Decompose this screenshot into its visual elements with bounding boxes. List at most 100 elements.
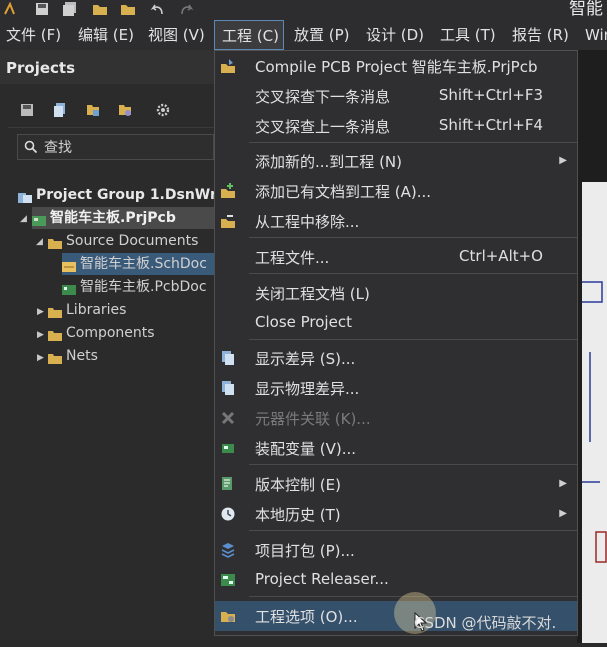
folder-icon — [48, 235, 62, 249]
menu-separator — [249, 464, 577, 465]
save-project-icon[interactable] — [20, 102, 34, 116]
physical-differences-icon — [220, 380, 236, 396]
menu-view[interactable]: 视图 (V) — [148, 20, 205, 50]
menu-file[interactable]: 文件 (F) — [6, 20, 61, 50]
tree-libraries[interactable]: Libraries — [48, 299, 126, 321]
tree-label: 智能车主板.PcbDoc — [80, 279, 207, 295]
menu-separator — [249, 273, 577, 274]
menu-design[interactable]: 设计 (D) — [366, 20, 424, 50]
menu-version-control[interactable]: 版本控制 (E) ▶ — [215, 469, 577, 499]
watermark: CSDN @代码敲不对. — [414, 614, 557, 632]
app-icon — [2, 1, 18, 15]
component-links-icon — [220, 410, 236, 426]
menu-compile-project[interactable]: Compile PCB Project 智能车主板.PrjPcb — [215, 51, 577, 81]
project-folder-icon[interactable] — [118, 102, 132, 116]
save-all-icon[interactable] — [62, 1, 78, 16]
compile-toolbar-icon[interactable] — [54, 102, 68, 117]
menu-remove-from-project[interactable]: 从工程中移除... — [215, 206, 577, 236]
menu-separator — [249, 237, 577, 238]
divider — [8, 127, 214, 128]
menu-close-project-documents[interactable]: 关闭工程文档 (L) — [215, 278, 577, 308]
project-doc-icon[interactable] — [86, 102, 100, 116]
expand-arrow-icon[interactable]: ◢ — [36, 237, 43, 247]
project-options-icon — [220, 608, 236, 624]
menu-local-history[interactable]: 本地历史 (T) ▶ — [215, 499, 577, 529]
schematic-wires — [582, 281, 607, 563]
window-title: 智能 — [569, 0, 603, 19]
tree-label: 智能车主板.SchDoc — [80, 256, 207, 272]
tree-label: Components — [66, 325, 155, 341]
open-folder-icon[interactable] — [120, 1, 136, 15]
folder-icon — [48, 350, 62, 364]
folder-icon — [48, 327, 62, 341]
open-icon[interactable] — [92, 1, 108, 15]
collapsed-arrow-icon[interactable]: ▶ — [37, 330, 44, 340]
tree-label: Nets — [66, 348, 98, 364]
menu-project-releaser[interactable]: Project Releaser... — [215, 565, 577, 595]
project-menu-dropdown: Compile PCB Project 智能车主板.PrjPcb 交叉探查下一条… — [214, 50, 578, 636]
menu-add-new-to-project[interactable]: 添加新的...到工程 (N) ▶ — [215, 146, 577, 176]
tree-schdoc[interactable]: 智能车主板.SchDoc — [62, 253, 214, 275]
tree-project[interactable]: 智能车主板.PrjPcb — [32, 207, 214, 229]
tree-nets[interactable]: Nets — [48, 345, 98, 367]
search-placeholder: 查找 — [44, 140, 72, 156]
project-releaser-icon — [220, 572, 236, 588]
remove-document-icon — [220, 213, 236, 229]
tree-label: Project Group 1.DsnWrk — [36, 187, 227, 203]
pcb-project-icon — [32, 212, 46, 226]
menu-cross-probe-next[interactable]: 交叉探查下一条消息 Shift+Ctrl+F3 — [215, 81, 577, 111]
version-control-icon — [220, 476, 236, 492]
panel-title: Projects — [6, 59, 76, 77]
panel-header: Projects — [0, 50, 214, 84]
show-differences-icon — [220, 350, 236, 366]
collapsed-arrow-icon[interactable]: ▶ — [37, 307, 44, 317]
tree-workspace[interactable]: Project Group 1.DsnWrk — [18, 184, 226, 206]
tree-label: Libraries — [66, 302, 127, 318]
menu-edit[interactable]: 编辑 (E) — [78, 20, 134, 50]
menu-tools[interactable]: 工具 (T) — [440, 20, 496, 50]
menu-component-links: 元器件关联 (K)... — [215, 403, 577, 433]
folder-icon — [48, 304, 62, 318]
menu-show-differences[interactable]: 显示差异 (S)... — [215, 343, 577, 373]
menu-project-packager[interactable]: 项目打包 (P)... — [215, 535, 577, 565]
add-document-icon — [220, 183, 236, 199]
search-input[interactable]: 查找 — [17, 134, 214, 160]
menu-project-documents[interactable]: 工程文件... Ctrl+Alt+O — [215, 242, 577, 272]
tree-source-documents[interactable]: Source Documents — [48, 230, 198, 252]
submenu-arrow-icon: ▶ — [559, 508, 567, 519]
submenu-arrow-icon: ▶ — [559, 478, 567, 489]
quick-access-toolbar: 智能 — [0, 0, 607, 20]
menu-add-existing-to-project[interactable]: 添加已有文档到工程 (A)... — [215, 176, 577, 206]
compile-icon — [220, 58, 236, 74]
menu-window[interactable]: Win — [585, 20, 607, 50]
local-history-icon — [220, 506, 236, 522]
redo-icon[interactable] — [178, 1, 194, 15]
tree-components[interactable]: Components — [48, 322, 155, 344]
expand-arrow-icon[interactable]: ◢ — [20, 214, 27, 224]
projects-panel: Projects 查找 Project Group 1.DsnWrk ◢ 智能车… — [0, 50, 226, 643]
search-icon — [24, 139, 38, 154]
menu-close-project[interactable]: Close Project — [215, 308, 577, 338]
pcb-doc-icon — [62, 281, 76, 295]
tree-label: 智能车主板.PrjPcb — [50, 210, 176, 226]
submenu-arrow-icon: ▶ — [559, 155, 567, 166]
save-icon[interactable] — [34, 1, 50, 15]
menu-variants[interactable]: 装配变量 (V)... — [215, 433, 577, 463]
menu-place[interactable]: 放置 (P) — [294, 20, 350, 50]
menu-separator — [249, 530, 577, 531]
schematic-doc-icon — [62, 258, 76, 272]
menu-project[interactable]: 工程 (C) — [214, 20, 284, 50]
menu-bar: 文件 (F) 编辑 (E) 视图 (V) 工程 (C) 放置 (P) 设计 (D… — [0, 20, 607, 50]
tree-label: Source Documents — [66, 233, 199, 249]
menu-separator — [249, 142, 577, 143]
collapsed-arrow-icon[interactable]: ▶ — [37, 353, 44, 363]
gear-icon[interactable] — [156, 102, 170, 117]
undo-icon[interactable] — [150, 1, 166, 15]
project-packager-icon — [220, 542, 236, 558]
variants-icon — [220, 440, 236, 456]
tree-pcbdoc[interactable]: 智能车主板.PcbDoc — [62, 276, 207, 298]
schematic-sheet[interactable] — [582, 182, 607, 643]
menu-cross-probe-previous[interactable]: 交叉探查上一条消息 Shift+Ctrl+F4 — [215, 111, 577, 141]
menu-reports[interactable]: 报告 (R) — [512, 20, 569, 50]
menu-show-physical-differences[interactable]: 显示物理差异... — [215, 373, 577, 403]
